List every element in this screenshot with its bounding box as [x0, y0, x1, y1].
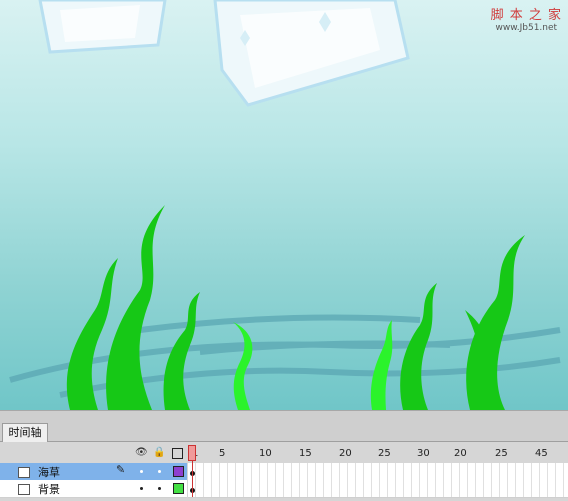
- seaweed-dark: [66, 205, 525, 410]
- ice-cube-left: [38, 0, 167, 54]
- layer-name[interactable]: 海草: [38, 464, 60, 480]
- watermark-title: 脚 本 之 家: [490, 8, 562, 23]
- lock-icon[interactable]: 🔒: [153, 447, 165, 459]
- frame-num: 20: [339, 448, 352, 459]
- layer-name[interactable]: 背景: [38, 481, 60, 497]
- tab-timeline[interactable]: 时间轴: [2, 423, 48, 442]
- layer-color-swatch[interactable]: [173, 466, 184, 477]
- layer-list: 海草 ✎ 背景: [0, 463, 568, 498]
- lock-dot[interactable]: [158, 470, 161, 473]
- frame-num: 15: [299, 448, 312, 459]
- pencil-icon: ✎: [116, 463, 126, 476]
- frame-num: 25: [495, 448, 508, 459]
- layer-icon: [18, 467, 30, 478]
- layer-row[interactable]: 背景: [0, 480, 568, 498]
- visibility-dot[interactable]: [140, 470, 143, 473]
- seaweed-light: [233, 320, 393, 410]
- playhead-marker[interactable]: [188, 445, 196, 461]
- layer-info[interactable]: 海草 ✎: [0, 463, 187, 481]
- frame-num: 45: [535, 448, 548, 459]
- layer-color-swatch[interactable]: [173, 483, 184, 494]
- stage-canvas[interactable]: 脚 本 之 家 www.Jb51.net: [0, 0, 568, 410]
- frame-ruler[interactable]: 1 5 10 15 20 25 30 20 25 45: [188, 445, 568, 463]
- playhead[interactable]: [188, 445, 196, 497]
- watermark: 脚 本 之 家 www.Jb51.net: [491, 4, 562, 33]
- layer-frames[interactable]: [188, 480, 568, 498]
- eye-icon[interactable]: 👁: [135, 447, 148, 459]
- frame-num: 25: [378, 448, 391, 459]
- frame-num: 20: [454, 448, 467, 459]
- layer-frames[interactable]: [188, 463, 568, 481]
- layer-info[interactable]: 背景: [0, 480, 187, 498]
- layer-icon: [18, 484, 30, 495]
- layer-row[interactable]: 海草 ✎: [0, 463, 568, 481]
- playhead-line: [192, 461, 193, 497]
- timeline-tabbar: 时间轴: [0, 411, 568, 442]
- watermark-url: www.Jb51.net: [495, 23, 558, 33]
- timeline-panel: 时间轴 👁 🔒 1 5 10 15 20 25 30 20 25 45 海草 ✎: [0, 410, 568, 501]
- ice-cube-right: [213, 0, 410, 107]
- frame-num: 5: [219, 448, 226, 459]
- visibility-dot[interactable]: [140, 487, 143, 490]
- scene-artwork: [9, 0, 561, 410]
- outline-icon[interactable]: [172, 448, 183, 459]
- frame-num: 30: [417, 448, 430, 459]
- frame-num: 10: [259, 448, 272, 459]
- lock-dot[interactable]: [158, 487, 161, 490]
